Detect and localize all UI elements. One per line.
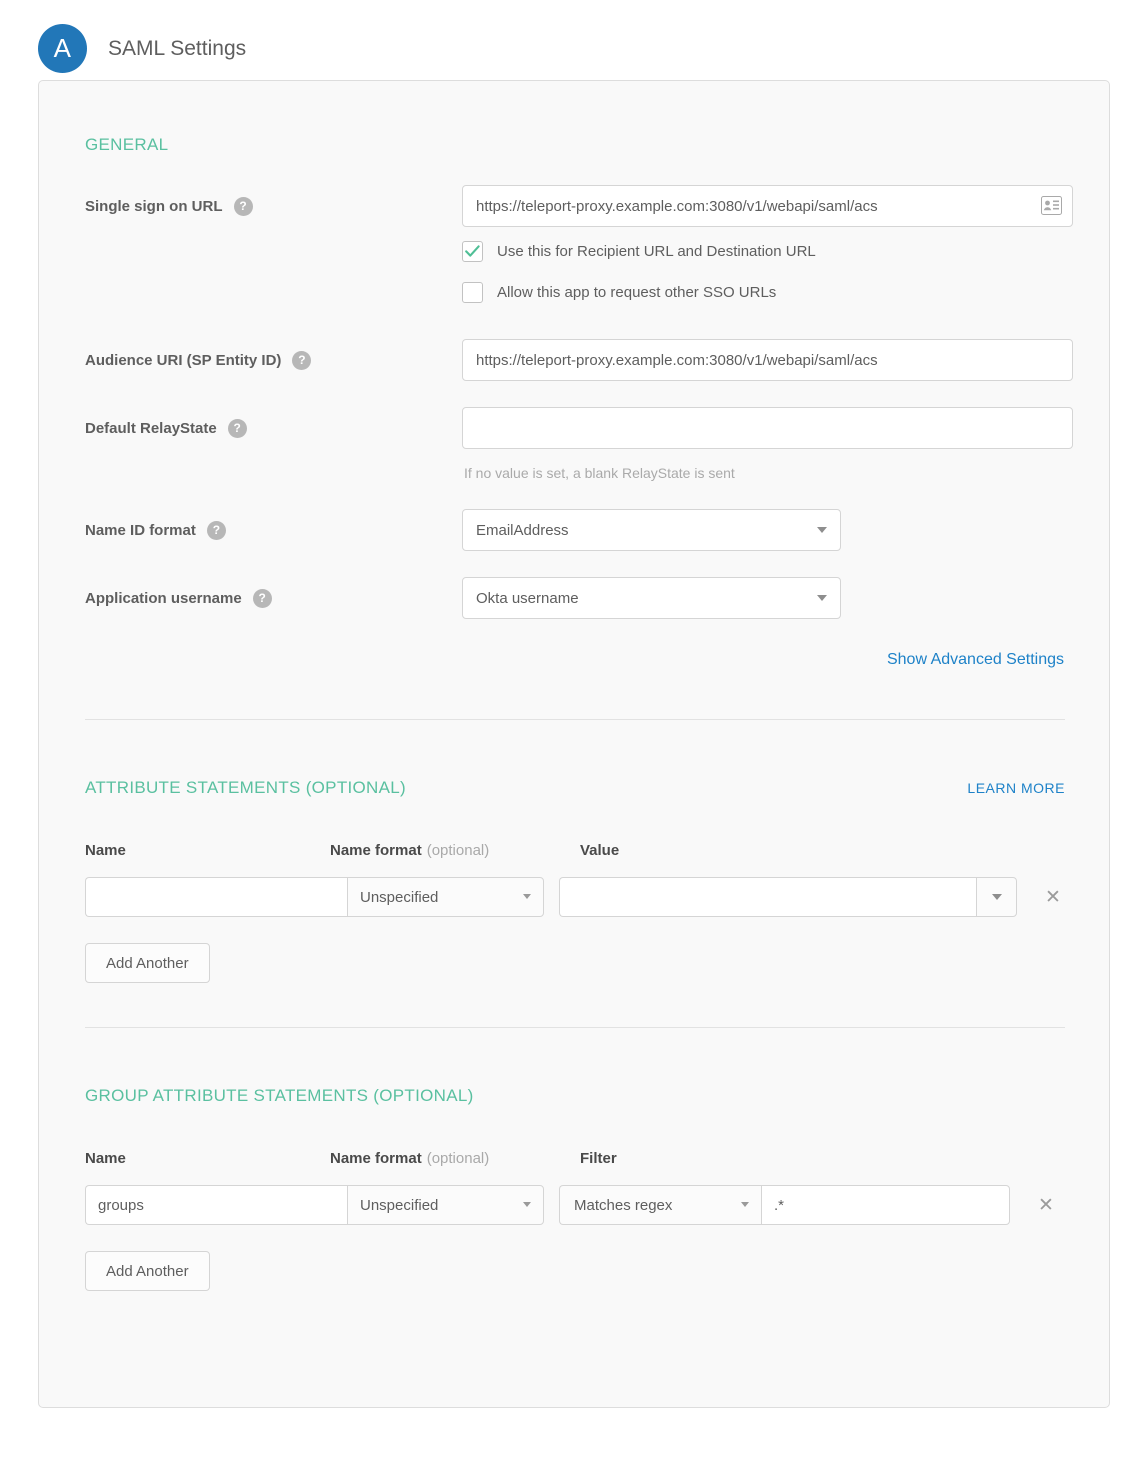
field-row-audience-uri: Audience URI (SP Entity ID) ? bbox=[85, 339, 1073, 381]
column-header-optional-tag: (optional) bbox=[426, 842, 490, 859]
remove-group-attribute-row-button[interactable]: ✕ bbox=[1038, 1196, 1054, 1215]
avatar: A bbox=[38, 24, 87, 73]
column-header-value: Value bbox=[580, 842, 620, 859]
chevron-down-icon bbox=[741, 1202, 749, 1207]
page-title: SAML Settings bbox=[108, 36, 247, 60]
label-single-sign-on-url: Single sign on URL ? bbox=[85, 185, 462, 227]
group-attribute-statement-row: Unspecified Matches regex ✕ bbox=[85, 1185, 1065, 1225]
section-header-group-attribute-statements: GROUP ATTRIBUTE STATEMENTS (OPTIONAL) bbox=[85, 1028, 1065, 1106]
single-sign-on-url-input[interactable] bbox=[462, 185, 1073, 227]
field-row-application-username: Application username ? Okta username bbox=[85, 577, 1065, 619]
label-application-username: Application username ? bbox=[85, 577, 462, 619]
attribute-name-format-select[interactable]: Unspecified bbox=[347, 877, 544, 917]
avatar-letter: A bbox=[53, 33, 72, 63]
add-another-attribute-button[interactable]: Add Another bbox=[85, 943, 210, 983]
hint-default-relaystate: If no value is set, a blank RelayState i… bbox=[464, 465, 735, 481]
field-row-single-sign-on-url: Single sign on URL ? https://teleport-pr… bbox=[85, 185, 1073, 303]
section-title-group-attribute-statements: GROUP ATTRIBUTE STATEMENTS (OPTIONAL) bbox=[85, 1086, 474, 1105]
field-row-name-id-format: Name ID format ? EmailAddress bbox=[85, 509, 1065, 551]
label-text: Single sign on URL bbox=[85, 197, 223, 215]
help-icon-audience-uri[interactable]: ? bbox=[292, 350, 312, 370]
advanced-settings-row: Show Advanced Settings bbox=[85, 651, 1065, 669]
column-header-name-format: Name format (optional) bbox=[330, 1150, 580, 1167]
label-name-id-format: Name ID format ? bbox=[85, 509, 462, 551]
settings-panel: GENERAL Single sign on URL ? https://tel… bbox=[38, 80, 1110, 1408]
group-attribute-column-headers: Name Name format (optional) Filter bbox=[85, 1150, 1065, 1167]
name-id-format-value: EmailAddress bbox=[476, 521, 569, 539]
help-icon-application-username[interactable]: ? bbox=[252, 588, 272, 608]
section-header-attribute-statements: ATTRIBUTE STATEMENTS (OPTIONAL) LEARN MO… bbox=[85, 720, 1065, 798]
group-attribute-name-format-select[interactable]: Unspecified bbox=[347, 1185, 544, 1225]
label-default-relaystate: Default RelayState ? bbox=[85, 407, 462, 449]
column-header-name-format-text: Name format bbox=[330, 842, 422, 859]
column-header-filter: Filter bbox=[580, 1150, 617, 1167]
checkbox-label-other-sso-urls: Allow this app to request other SSO URLs bbox=[497, 284, 777, 301]
saml-settings-page: A SAML Settings GENERAL Single sign on U… bbox=[0, 0, 1148, 1468]
column-header-optional-tag: (optional) bbox=[426, 1150, 490, 1167]
section-title-attribute-statements: ATTRIBUTE STATEMENTS (OPTIONAL) bbox=[85, 778, 406, 797]
label-text: Audience URI (SP Entity ID) bbox=[85, 351, 282, 369]
attribute-name-input[interactable] bbox=[85, 877, 347, 917]
name-id-format-select[interactable]: EmailAddress bbox=[462, 509, 841, 551]
column-header-name-format-text: Name format bbox=[330, 1150, 422, 1167]
learn-more-link[interactable]: LEARN MORE bbox=[967, 780, 1065, 796]
group-attribute-name-input[interactable] bbox=[85, 1185, 347, 1225]
chevron-down-icon bbox=[817, 527, 827, 533]
remove-attribute-row-button[interactable]: ✕ bbox=[1045, 888, 1061, 907]
checkbox-row-other-sso-urls: Allow this app to request other SSO URLs bbox=[462, 282, 1073, 303]
application-username-select[interactable]: Okta username bbox=[462, 577, 841, 619]
app-header: A SAML Settings bbox=[0, 0, 1148, 80]
group-filter-value-input[interactable] bbox=[761, 1185, 1010, 1225]
contact-card-icon[interactable] bbox=[1041, 196, 1062, 215]
label-text: Name ID format bbox=[85, 521, 196, 539]
attribute-statement-row: Unspecified ✕ bbox=[85, 877, 1065, 917]
add-another-group-attribute-button[interactable]: Add Another bbox=[85, 1251, 210, 1291]
column-header-name: Name bbox=[85, 1150, 126, 1167]
column-header-name-format: Name format (optional) bbox=[330, 842, 580, 859]
audience-uri-input[interactable] bbox=[462, 339, 1073, 381]
chevron-down-icon bbox=[523, 1202, 531, 1207]
label-text: Default RelayState bbox=[85, 419, 217, 437]
help-icon-name-id-format[interactable]: ? bbox=[206, 520, 226, 540]
chevron-down-icon bbox=[992, 894, 1002, 900]
attribute-statements-column-headers: Name Name format (optional) Value bbox=[85, 842, 1065, 859]
help-icon-single-sign-on-url[interactable]: ? bbox=[233, 196, 253, 216]
field-row-default-relaystate: Default RelayState ? If no value is set,… bbox=[85, 407, 1073, 481]
checkbox-allow-other-sso-urls[interactable] bbox=[462, 282, 483, 303]
chevron-down-icon bbox=[817, 595, 827, 601]
help-icon-default-relaystate[interactable]: ? bbox=[227, 418, 247, 438]
group-attribute-name-format-value: Unspecified bbox=[360, 1196, 439, 1214]
group-filter-type-select[interactable]: Matches regex bbox=[559, 1185, 761, 1225]
default-relaystate-input[interactable] bbox=[462, 407, 1073, 449]
attribute-value-input[interactable] bbox=[559, 877, 976, 917]
attribute-value-dropdown-button[interactable] bbox=[976, 877, 1017, 917]
show-advanced-settings-link[interactable]: Show Advanced Settings bbox=[887, 651, 1064, 668]
checkbox-label-recipient-url: Use this for Recipient URL and Destinati… bbox=[497, 243, 816, 260]
application-username-value: Okta username bbox=[476, 589, 579, 607]
checkbox-row-recipient-url: Use this for Recipient URL and Destinati… bbox=[462, 241, 1073, 262]
chevron-down-icon bbox=[523, 894, 531, 899]
label-text: Application username bbox=[85, 589, 242, 607]
attribute-name-format-value: Unspecified bbox=[360, 888, 439, 906]
section-title-general: GENERAL bbox=[85, 135, 169, 154]
check-icon bbox=[465, 245, 480, 257]
group-filter-group: Matches regex bbox=[559, 1185, 1010, 1225]
column-header-name: Name bbox=[85, 842, 126, 859]
checkbox-use-for-recipient-url[interactable] bbox=[462, 241, 483, 262]
group-filter-type-value: Matches regex bbox=[574, 1196, 673, 1214]
attribute-value-group bbox=[559, 877, 1017, 917]
label-audience-uri: Audience URI (SP Entity ID) ? bbox=[85, 339, 462, 381]
